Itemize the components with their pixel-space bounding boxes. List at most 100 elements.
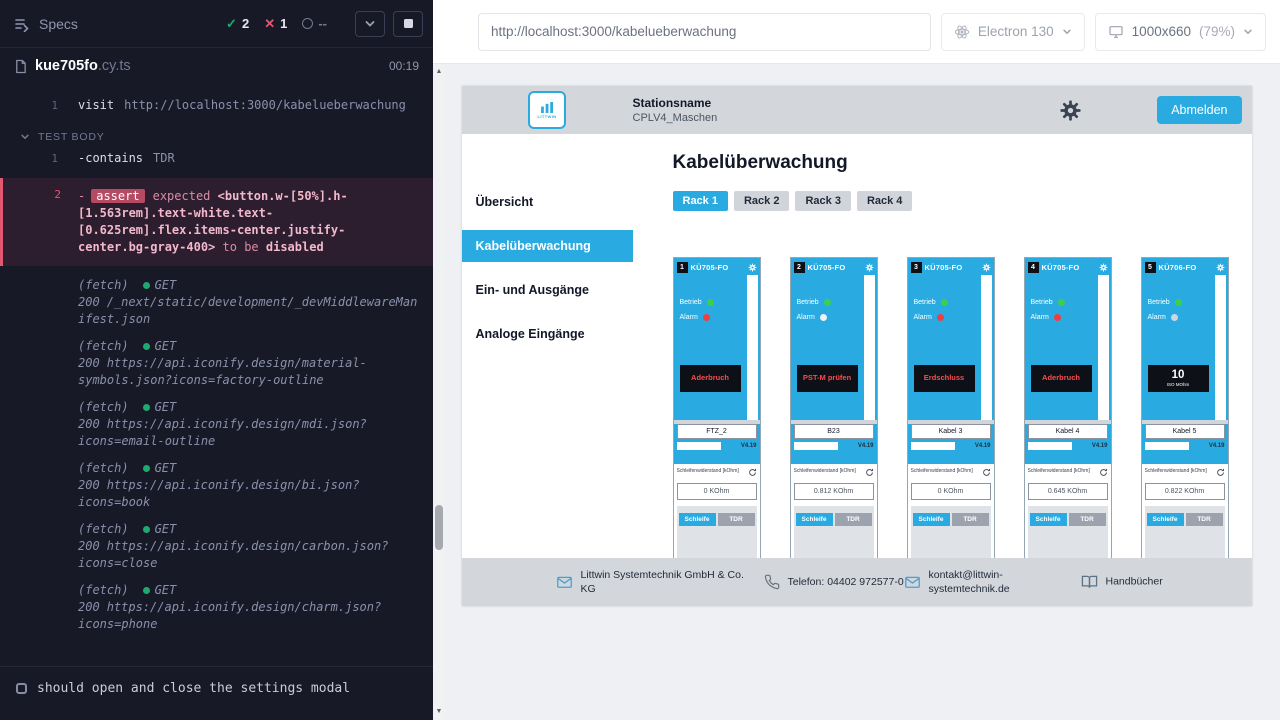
button-row: Schleife TDR (679, 513, 755, 526)
card-gap (908, 453, 994, 464)
spec-extension: .cy.ts (98, 58, 131, 74)
fetch-log-row[interactable]: (fetch)GET 200https://api.iconify.design… (0, 516, 433, 577)
station-label: Stationsname (633, 96, 718, 110)
fetch-log-row[interactable]: (fetch)GET 200https://api.iconify.design… (0, 394, 433, 455)
failed-assert-row[interactable]: 2 -assertexpected <button.w-[50%].h-[1.5… (0, 178, 433, 266)
url-input[interactable] (478, 13, 931, 51)
tdr-button[interactable]: TDR (835, 513, 872, 526)
contains-command-row[interactable]: 1 -containsTDR (0, 147, 433, 170)
test-body-section[interactable]: TEST BODY (0, 127, 433, 147)
sidebar-item[interactable]: Übersicht (462, 180, 633, 224)
version-box (1145, 442, 1189, 450)
alarm-row: Alarm (680, 312, 743, 323)
fetch-log-row[interactable]: (fetch)GET 200https://api.iconify.design… (0, 577, 433, 638)
measurement-panel: Schleifenwiderstand [kOhm] 0 KOhm Schlei… (908, 464, 994, 558)
scroll-down-arrow-icon[interactable]: ▼ (433, 707, 445, 717)
viewport-select[interactable]: 1000x660 (79%) (1095, 13, 1266, 51)
fetch-log-row[interactable]: (fetch)GET 200/_next/static/development/… (0, 272, 433, 333)
visit-command-row[interactable]: 1 visithttp://localhost:3000/kabelueberw… (0, 94, 433, 117)
tdr-button[interactable]: TDR (952, 513, 989, 526)
status-box: Aderbruch (1031, 365, 1092, 392)
next-test-row[interactable]: should open and close the settings modal (0, 666, 433, 710)
spec-duration: 00:19 (389, 59, 419, 73)
sidebar-item[interactable]: Ein- und Ausgänge (462, 268, 633, 312)
version-row: V4.19 (1142, 439, 1228, 453)
status-box: Aderbruch (680, 365, 741, 392)
loop-resistance-value: 0 KOhm (677, 483, 757, 500)
firmware-version: V4.19 (1209, 443, 1225, 449)
tdr-button[interactable]: TDR (1186, 513, 1223, 526)
schleife-button[interactable]: Schleife (1147, 513, 1184, 526)
scroll-up-arrow-icon[interactable]: ▲ (433, 67, 445, 77)
electron-icon (954, 24, 970, 40)
device-settings-gear-icon[interactable] (748, 263, 757, 272)
alarm-led (820, 314, 827, 321)
settings-gear-icon[interactable] (1059, 99, 1082, 122)
tdr-button[interactable]: TDR (1069, 513, 1106, 526)
browser-select[interactable]: Electron 130 (941, 13, 1085, 51)
specs-menu-button[interactable]: Specs (14, 16, 78, 32)
alarm-label: Alarm (797, 314, 815, 321)
device-settings-gear-icon[interactable] (982, 263, 991, 272)
stop-tests-button[interactable] (393, 11, 423, 37)
device-settings-gear-icon[interactable] (865, 263, 874, 272)
footer-phone[interactable]: Telefon: 04402 972577-0 (764, 574, 910, 590)
refresh-icon[interactable] (748, 468, 757, 477)
footer-manuals[interactable]: Handbücher (1081, 574, 1163, 591)
footer-company[interactable]: Littwin Systemtechnik GmbH & Co. KG (556, 568, 751, 596)
sidebar-item-label: Ein- und Ausgänge (476, 283, 589, 297)
card-header: 1 KÜ705-FO (674, 258, 760, 275)
success-dot-icon (143, 404, 150, 411)
reporter-scrollbar[interactable]: ▲ ▼ (433, 64, 445, 720)
alarm-label: Alarm (914, 314, 932, 321)
footer-email[interactable]: kontakt@littwin-systemtechnik.de (904, 568, 1029, 596)
schleife-button[interactable]: Schleife (796, 513, 833, 526)
alarm-led (1171, 314, 1178, 321)
spec-list-icon (14, 16, 30, 32)
schleife-button[interactable]: Schleife (679, 513, 716, 526)
fetch-log-row[interactable]: (fetch)GET 200https://api.iconify.design… (0, 333, 433, 394)
rack-tab[interactable]: Rack 3 (795, 191, 850, 211)
chevron-down-icon (1062, 27, 1072, 37)
refresh-icon[interactable] (982, 468, 991, 477)
device-card: 4 KÜ705-FO Betrieb (1024, 257, 1112, 558)
firmware-version: V4.19 (858, 443, 874, 449)
status-text: Aderbruch (691, 374, 729, 382)
rack-tab[interactable]: Rack 4 (857, 191, 912, 211)
loop-resistance-label: Schleifenwiderstand [kOhm] (794, 468, 856, 474)
card-header: 4 KÜ705-FO (1025, 258, 1111, 275)
card-header: 5 KÜ706-FO (1142, 258, 1228, 275)
device-card: 5 KÜ706-FO Betrieb (1141, 257, 1229, 558)
collapse-all-button[interactable] (355, 11, 385, 37)
test-icon (16, 683, 27, 694)
logo-wrap: LITTWIN (462, 91, 633, 129)
refresh-icon[interactable] (865, 468, 874, 477)
device-settings-gear-icon[interactable] (1216, 263, 1225, 272)
refresh-icon[interactable] (1216, 468, 1225, 477)
spec-title-row[interactable]: kue705fo.cy.ts 00:19 (0, 48, 433, 84)
cable-name: Kabel 5 (1145, 424, 1225, 439)
rack-tab[interactable]: Rack 1 (673, 191, 728, 211)
card-status-area: Betrieb Alarm Aderbruch (1025, 275, 1098, 420)
firmware-version: V4.19 (741, 443, 757, 449)
tdr-button[interactable]: TDR (718, 513, 755, 526)
device-settings-gear-icon[interactable] (1099, 263, 1108, 272)
app-body: Übersicht Kabelüberwachung Ein- und Ausg… (462, 134, 1252, 558)
rack-tab[interactable]: Rack 2 (734, 191, 789, 211)
sidebar-item[interactable]: Analoge Eingänge (462, 312, 633, 356)
refresh-icon[interactable] (1099, 468, 1108, 477)
scrollbar-thumb[interactable] (435, 505, 443, 550)
assert-badge: assert (91, 189, 144, 203)
button-area: Schleife TDR (911, 506, 991, 558)
fetch-log-row[interactable]: (fetch)GET 200https://api.iconify.design… (0, 455, 433, 516)
logout-button[interactable]: Abmelden (1157, 96, 1241, 124)
littwin-logo: LITTWIN (528, 91, 566, 129)
schleife-button[interactable]: Schleife (913, 513, 950, 526)
version-box (911, 442, 955, 450)
app-sidebar: Übersicht Kabelüberwachung Ein- und Ausg… (462, 134, 633, 558)
card-header: 3 KÜ705-FO (908, 258, 994, 275)
version-row: V4.19 (1025, 439, 1111, 453)
button-area: Schleife TDR (1028, 506, 1108, 558)
sidebar-item[interactable]: Kabelüberwachung (462, 230, 633, 262)
schleife-button[interactable]: Schleife (1030, 513, 1067, 526)
